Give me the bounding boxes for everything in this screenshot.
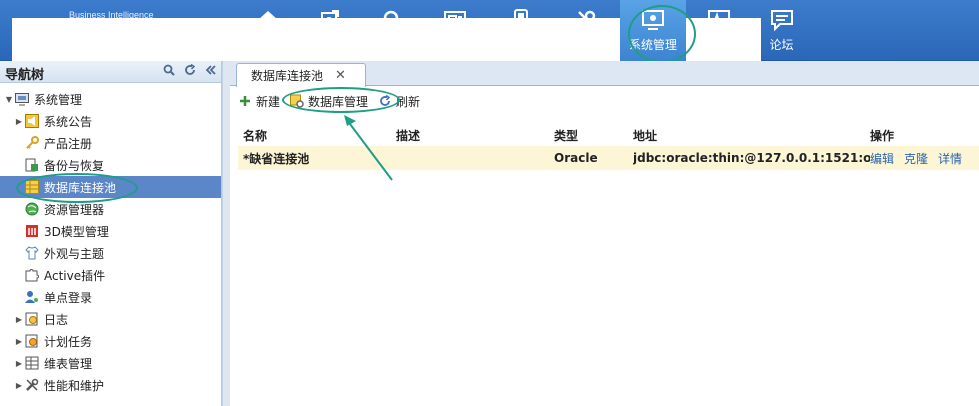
annotation-arrow: [344, 115, 393, 181]
